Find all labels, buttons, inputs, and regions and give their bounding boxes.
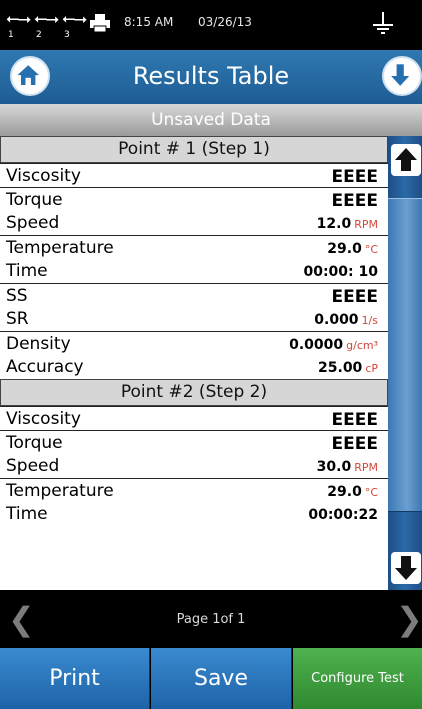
row-label: SS (6, 286, 28, 306)
table-row: SS EEEE (0, 283, 388, 307)
row-label: Temperature (6, 238, 114, 258)
row-label: Accuracy (6, 357, 84, 377)
row-value: EEEE (331, 191, 378, 211)
unit-label: 1/s (361, 314, 378, 327)
row-label: Density (6, 334, 71, 354)
usb-port-3: ⭠⭢ 3 (62, 10, 88, 40)
results-table: Point # 1 (Step 1) Viscosity EEEE Torque… (0, 136, 388, 590)
row-value: 25.00 cP (318, 360, 378, 376)
unit-label: RPM (354, 218, 378, 231)
table-row: Torque EEEE (0, 430, 388, 454)
scroll-down-button[interactable] (391, 552, 421, 584)
unit-label: cP (365, 362, 378, 375)
scroll-up-button[interactable] (391, 144, 421, 176)
unit-label: °C (364, 243, 378, 256)
row-value: 29.0 °C (327, 484, 378, 500)
table-row: Density 0.0000 g/cm³ (0, 331, 388, 355)
scrollbar[interactable] (388, 136, 422, 590)
row-value: 0.0000 g/cm³ (289, 337, 378, 353)
save-button[interactable]: Save (151, 648, 292, 709)
point-header: Point # 1 (Step 1) (0, 136, 388, 163)
row-label: Viscosity (6, 166, 81, 186)
pager: ❮ Page 1of 1 ❯ (0, 590, 422, 648)
row-label: Torque (6, 433, 63, 453)
arrow-up-icon (395, 148, 417, 171)
title-bar: Results Table (0, 50, 422, 104)
arrow-down-icon (391, 64, 410, 86)
print-button[interactable]: Print (0, 648, 150, 709)
table-row: SR 0.000 1/s (0, 307, 388, 331)
row-value: 29.0 °C (327, 241, 378, 257)
row-value: EEEE (331, 287, 378, 307)
row-value: 0.000 1/s (314, 312, 378, 328)
table-row: Temperature 29.0 °C (0, 478, 388, 502)
status-time: 8:15 AM (124, 15, 174, 29)
next-page-button[interactable]: ❯ (396, 600, 422, 638)
table-row: Speed 12.0 RPM (0, 211, 388, 235)
usb-icon: ⭠⭢ (6, 9, 31, 29)
row-label: Torque (6, 190, 63, 210)
usb-port-number: 3 (64, 30, 70, 40)
table-row: Accuracy 25.00 cP (0, 355, 388, 379)
table-row: Time 00:00: 10 (0, 259, 388, 283)
unit-label: g/cm³ (346, 339, 378, 352)
row-label: Time (6, 261, 48, 281)
unsaved-data-banner: Unsaved Data (0, 104, 422, 136)
usb-port-1: ⭠⭢ 1 (6, 10, 32, 40)
usb-icon: ⭠⭢ (34, 9, 59, 29)
usb-port-2: ⭠⭢ 2 (34, 10, 60, 40)
bottom-toolbar: Print Save Configure Test (0, 648, 422, 709)
table-row: Speed 30.0 RPM (0, 454, 388, 478)
scroll-thumb[interactable] (388, 198, 422, 512)
row-label: Viscosity (6, 409, 81, 429)
row-label: Temperature (6, 481, 114, 501)
row-value: EEEE (331, 410, 378, 430)
row-label: Speed (6, 456, 60, 476)
row-label: Speed (6, 213, 60, 233)
arrow-down-icon (395, 556, 417, 580)
table-row: Torque EEEE (0, 187, 388, 211)
table-row: Viscosity EEEE (0, 163, 388, 187)
row-label: SR (6, 309, 29, 329)
table-row: Temperature 29.0 °C (0, 235, 388, 259)
configure-test-button[interactable]: Configure Test (293, 648, 422, 709)
row-value: 12.0 RPM (316, 216, 378, 232)
row-value: 00:00: 10 (303, 264, 378, 280)
table-row: Viscosity EEEE (0, 406, 388, 430)
usb-port-number: 1 (8, 30, 14, 40)
row-value: EEEE (331, 434, 378, 454)
usb-icon: ⭠⭢ (62, 9, 87, 29)
printer-icon (90, 14, 110, 32)
download-button[interactable] (382, 56, 422, 96)
unit-label: °C (364, 486, 378, 499)
row-label: Time (6, 504, 48, 524)
usb-port-number: 2 (36, 30, 42, 40)
point-header: Point #2 (Step 2) (0, 379, 388, 406)
unit-label: RPM (354, 461, 378, 474)
ground-icon (373, 12, 393, 34)
table-row: Time 00:00:22 (0, 502, 388, 526)
status-date: 03/26/13 (198, 15, 252, 29)
row-value: EEEE (331, 167, 378, 187)
row-value: 30.0 RPM (316, 459, 378, 475)
page-indicator: Page 1of 1 (176, 612, 246, 627)
row-value: 00:00:22 (308, 507, 378, 523)
page-title: Results Table (132, 62, 290, 90)
status-bar: ⭠⭢ 1 ⭠⭢ 2 ⭠⭢ 3 8:15 AM 03/26/13 (0, 0, 422, 50)
